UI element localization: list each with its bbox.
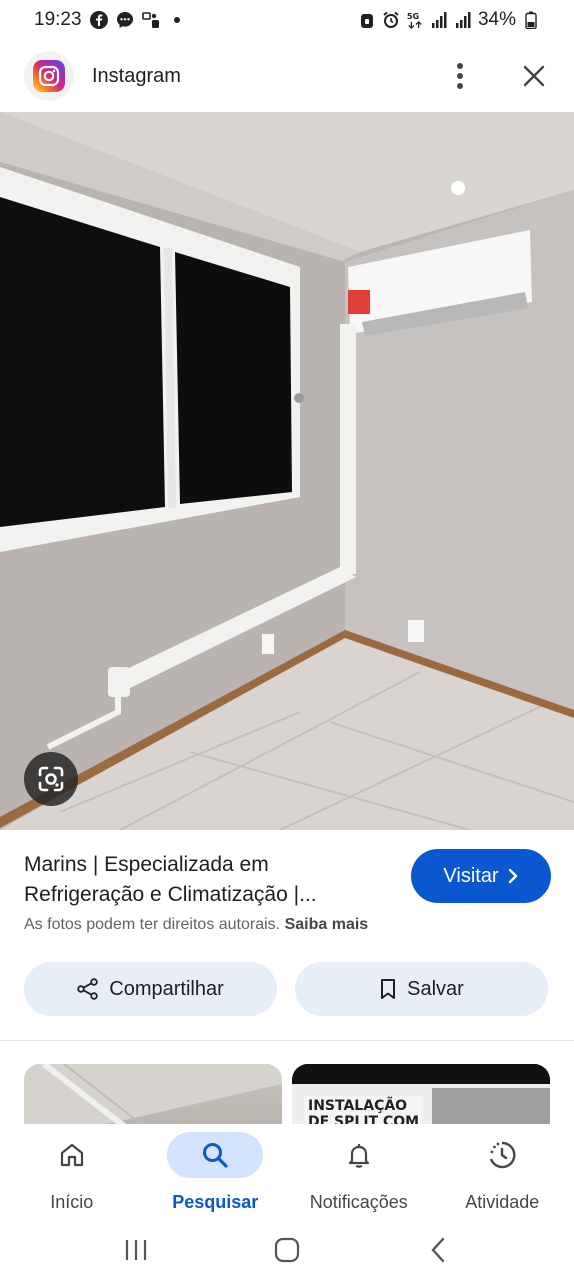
status-time: 19:23	[34, 9, 82, 30]
signal-icon	[430, 11, 448, 29]
close-icon[interactable]	[518, 60, 550, 92]
instagram-icon	[33, 60, 65, 92]
back-icon[interactable]	[418, 1230, 458, 1270]
nav-item-home[interactable]: Início	[0, 1124, 144, 1220]
messenger-icon	[116, 11, 134, 29]
battery-percent: 34%	[477, 9, 516, 30]
nav-item-search[interactable]: Pesquisar	[144, 1124, 288, 1220]
share-button[interactable]: Compartilhar	[24, 962, 277, 1016]
nav-label: Atividade	[465, 1192, 540, 1212]
system-navigation	[0, 1220, 574, 1280]
recent-apps-icon[interactable]	[116, 1230, 156, 1270]
search-icon	[203, 1143, 228, 1168]
source-title[interactable]: Marins | Especializada em Refrigeração e…	[24, 850, 394, 910]
activity-icon	[490, 1141, 516, 1169]
source-title-line2: Refrigeração e Climatização |...	[24, 883, 317, 906]
signal-icon	[454, 11, 472, 29]
svg-text:5G: 5G	[407, 11, 420, 21]
status-left: 19:23	[34, 9, 186, 31]
chevron-right-icon	[508, 868, 518, 884]
share-icon	[77, 978, 98, 1000]
alarm-icon	[382, 11, 400, 29]
bell-icon	[348, 1144, 369, 1168]
nav-icon-wrap	[24, 1132, 120, 1178]
copyright-notice: As fotos podem ter direitos autorais. Sa…	[24, 916, 368, 934]
nav-label: Pesquisar	[172, 1192, 259, 1212]
google-lens-icon[interactable]	[24, 752, 78, 806]
visit-button[interactable]: Visitar	[411, 849, 551, 903]
instagram-logo	[24, 51, 74, 101]
main-image[interactable]	[0, 112, 574, 830]
source-title-line1: Marins | Especializada em	[24, 853, 269, 876]
5g-icon: 5G	[406, 11, 424, 29]
save-button[interactable]: Salvar	[295, 962, 548, 1016]
header-actions	[444, 60, 550, 92]
notification-icon	[141, 11, 160, 29]
nav-item-notifications[interactable]: Notificações	[287, 1124, 431, 1220]
room-photo-illustration	[0, 112, 574, 830]
facebook-icon	[89, 11, 108, 29]
visit-label: Visitar	[443, 864, 499, 887]
bookmark-icon	[381, 979, 396, 999]
bottom-navigation: Início Pesquisar Notificações Atividade	[0, 1124, 574, 1220]
status-right: 5G 34%	[358, 9, 540, 31]
nav-icon-wrap	[311, 1132, 407, 1178]
dot-icon	[168, 11, 186, 29]
status-bar: 19:23 5G 34%	[0, 0, 574, 40]
share-label: Compartilhar	[109, 977, 224, 1000]
learn-more-link[interactable]: Saiba mais	[285, 916, 369, 933]
nav-icon-wrap	[167, 1132, 264, 1178]
nav-label: Início	[50, 1192, 94, 1212]
page-title: Instagram	[92, 64, 181, 87]
nav-label: Notificações	[309, 1192, 408, 1212]
battery-icon	[522, 11, 540, 29]
home-icon	[60, 1143, 83, 1167]
lock-icon	[358, 11, 376, 29]
related-image-2-caption-line1: INSTALAÇÃO	[308, 1098, 408, 1114]
more-vert-icon[interactable]	[444, 60, 476, 92]
section-divider	[0, 1040, 574, 1041]
nav-item-activity[interactable]: Atividade	[431, 1124, 574, 1220]
save-label: Salvar	[407, 977, 464, 1000]
nav-icon-wrap	[454, 1132, 550, 1178]
app-header: Instagram	[0, 40, 574, 112]
copyright-text: As fotos podem ter direitos autorais.	[24, 916, 281, 933]
home-button-icon[interactable]	[267, 1230, 307, 1270]
